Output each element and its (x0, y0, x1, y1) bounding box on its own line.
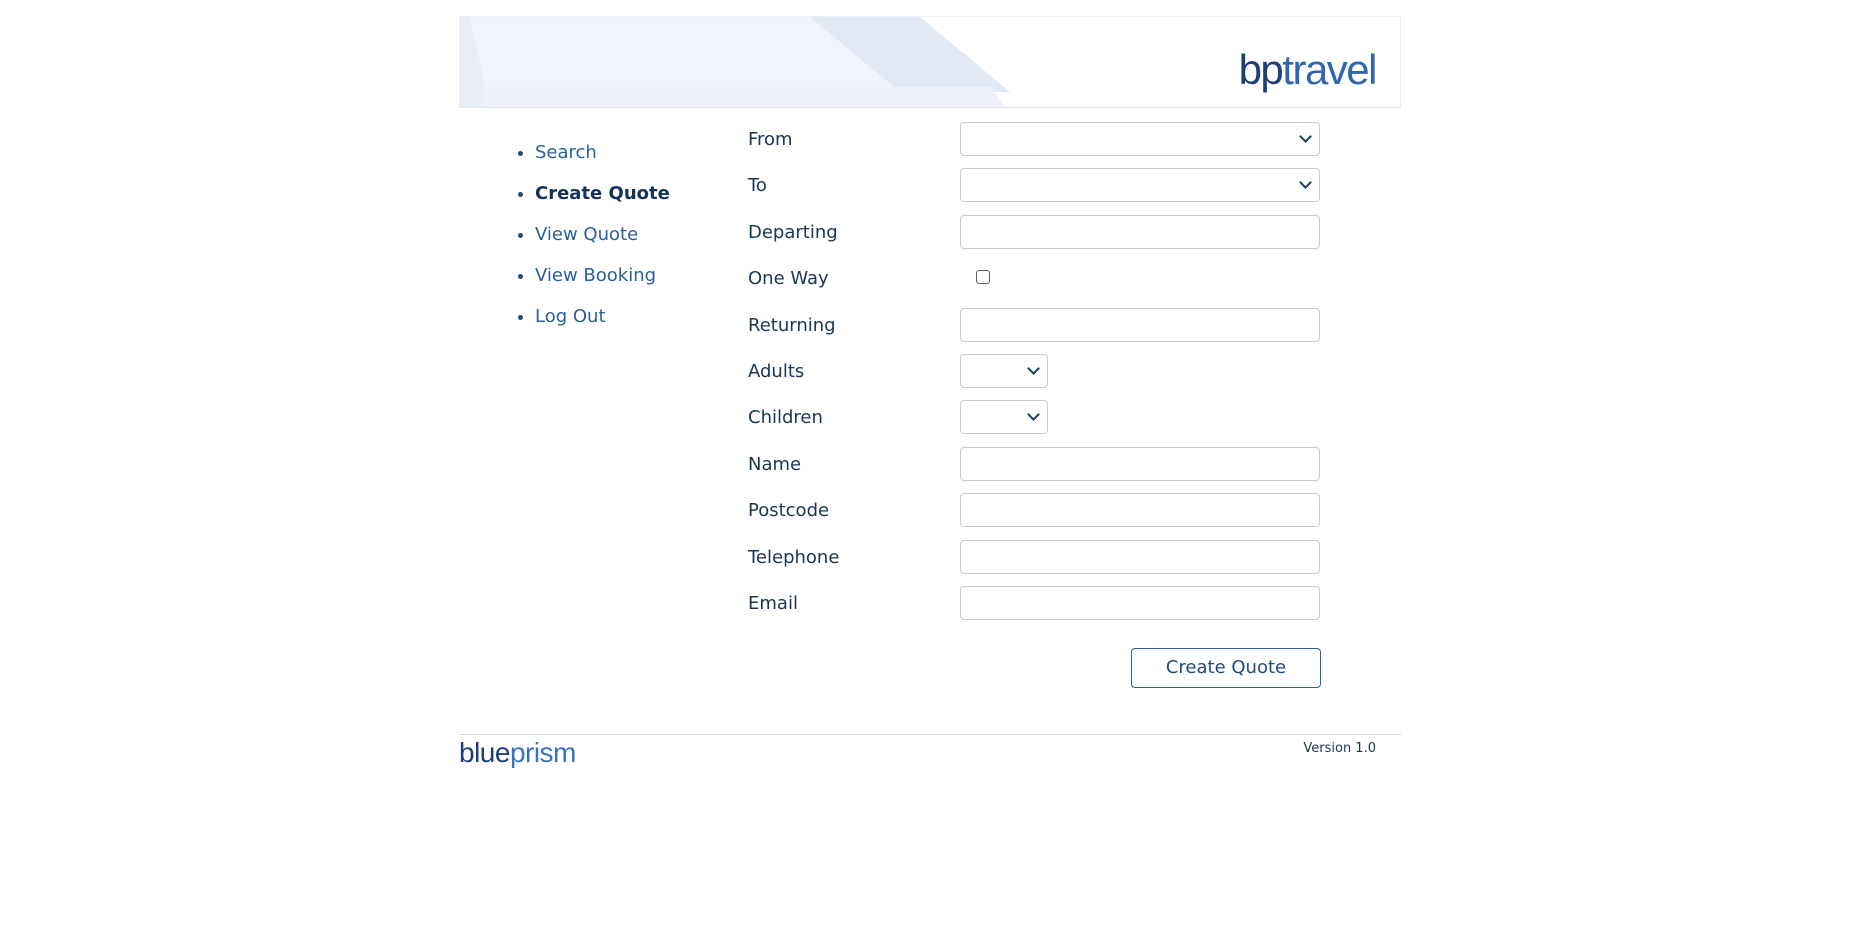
form-row-departing: Departing (748, 214, 1328, 261)
sidebar-nav: Search Create Quote View Quote View Book… (509, 132, 670, 337)
nav-item-create-quote: Create Quote (535, 173, 670, 214)
nav-item-view-booking: View Booking (535, 255, 670, 296)
form-row-name: Name (748, 446, 1328, 493)
logo-part2: prism (509, 737, 576, 768)
chevron-down-icon (1299, 176, 1312, 190)
adults-select[interactable] (960, 353, 1048, 388)
form-row-postcode: Postcode (748, 493, 1328, 539)
version-text: Version 1.0 (1303, 741, 1376, 756)
brand-part1: bp (1238, 46, 1284, 93)
email-input[interactable] (960, 585, 1320, 620)
form-row-to: To (748, 168, 1328, 214)
page: bptravel Search Create Quote View Quote … (459, 16, 1401, 768)
form-row-telephone: Telephone (748, 539, 1328, 586)
nav-link-create-quote[interactable]: Create Quote (535, 183, 670, 204)
telephone-input[interactable] (960, 539, 1320, 574)
postcode-label: Postcode (748, 500, 830, 522)
one-way-checkbox[interactable] (976, 270, 990, 285)
nav-item-view-quote: View Quote (535, 214, 670, 255)
chevron-down-icon (1027, 408, 1040, 422)
to-label: To (748, 175, 767, 197)
footer: blueprism Version 1.0 (459, 734, 1401, 785)
departing-input[interactable] (960, 214, 1320, 249)
from-select[interactable] (960, 122, 1320, 156)
form-row-email: Email (748, 585, 1328, 632)
quote-form: From To Departing One Way Returning Adul… (748, 122, 1328, 688)
email-label: Email (748, 592, 798, 614)
telephone-label: Telephone (748, 546, 840, 568)
one-way-label: One Way (748, 268, 829, 290)
header-banner: bptravel (459, 16, 1401, 108)
children-label: Children (748, 407, 823, 429)
blueprism-logo: blueprism (459, 737, 576, 769)
form-row-children: Children (748, 400, 1328, 446)
name-input[interactable] (960, 446, 1320, 481)
chevron-down-icon (1027, 362, 1040, 375)
nav-link-view-booking[interactable]: View Booking (535, 265, 656, 286)
nav-link-view-quote[interactable]: View Quote (535, 224, 638, 245)
departing-label: Departing (748, 221, 838, 243)
brand-part2: travel (1282, 46, 1377, 93)
returning-label: Returning (748, 314, 836, 336)
nav-item-search: Search (535, 132, 670, 173)
nav-link-log-out[interactable]: Log Out (535, 306, 606, 327)
adults-label: Adults (748, 360, 805, 382)
name-label: Name (748, 453, 802, 475)
children-select[interactable] (960, 400, 1048, 435)
postcode-input[interactable] (960, 493, 1320, 528)
from-label: From (748, 129, 793, 150)
form-row-adults: Adults (748, 353, 1328, 400)
create-quote-button[interactable]: Create Quote (1131, 648, 1321, 688)
nav-item-log-out: Log Out (535, 296, 670, 337)
to-select[interactable] (960, 168, 1320, 203)
returning-input[interactable] (960, 307, 1320, 342)
bptravel-logo: bptravel (1238, 46, 1378, 93)
logo-part1: blue (459, 737, 510, 768)
nav-link-search[interactable]: Search (535, 142, 597, 163)
form-row-from: From (748, 122, 1328, 168)
chevron-down-icon (1299, 130, 1312, 143)
form-row-returning: Returning (748, 307, 1328, 354)
form-row-one-way: One Way (748, 261, 1328, 307)
